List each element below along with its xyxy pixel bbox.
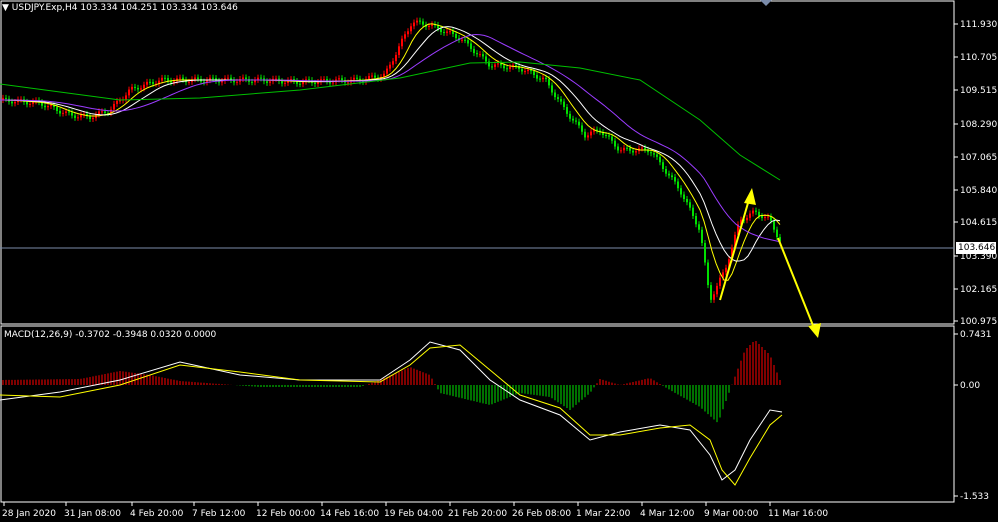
trend-arrow-down [777, 237, 821, 338]
candles [2, 17, 781, 303]
time-label: 9 Mar 00:00 [704, 509, 759, 519]
time-label: 19 Feb 04:00 [384, 509, 443, 519]
chart-canvas[interactable]: 111.930 110.705 109.515 108.290 107.065 105.8… [0, 0, 998, 522]
trend-arrow-up [719, 188, 756, 301]
price-label: 107.065 [960, 153, 997, 163]
time-label: 21 Feb 20:00 [448, 509, 507, 519]
price-label: 108.290 [960, 120, 997, 130]
price-label: 110.705 [960, 53, 997, 63]
macd-signal-line [0, 344, 783, 486]
time-label: 11 Mar 16:00 [768, 509, 828, 519]
price-axis: 111.930 110.705 109.515 108.290 107.065 105.8… [954, 20, 997, 327]
price-label: 102.165 [960, 285, 997, 295]
main-panel-border [0, 0, 955, 325]
time-label: 7 Feb 12:00 [192, 509, 246, 519]
moving-averages [0, 23, 783, 486]
macd-axis-label: 0.00 [960, 381, 980, 391]
price-label: 100.975 [960, 317, 997, 327]
price-label: 111.930 [960, 20, 997, 30]
time-label: 1 Mar 22:00 [576, 509, 631, 519]
macd-axis-label: 0.7431 [960, 330, 992, 340]
time-label: 4 Mar 12:00 [640, 509, 695, 519]
price-label: 105.840 [960, 186, 997, 196]
time-label: 12 Feb 00:00 [256, 509, 315, 519]
macd-histogram [2, 341, 781, 423]
time-label: 4 Feb 20:00 [130, 509, 184, 519]
time-label: 28 Jan 2020 [2, 509, 56, 519]
time-label: 31 Jan 08:00 [64, 509, 121, 519]
macd-axis: 0.7431 0.00 -1.533 [954, 330, 992, 502]
time-axis: 28 Jan 2020 31 Jan 08:00 4 Feb 20:00 7 Feb … [2, 502, 828, 519]
time-label: 26 Feb 08:00 [512, 509, 571, 519]
macd-main-line [0, 341, 783, 481]
scroll-marker-icon[interactable] [760, 0, 772, 6]
price-label: 109.515 [960, 86, 997, 96]
macd-axis-label: -1.533 [960, 492, 989, 502]
time-label: 14 Feb 16:00 [320, 509, 379, 519]
price-label: 104.615 [960, 218, 997, 228]
macd-panel-border [0, 325, 955, 503]
price-label: 103.390 [960, 252, 997, 262]
